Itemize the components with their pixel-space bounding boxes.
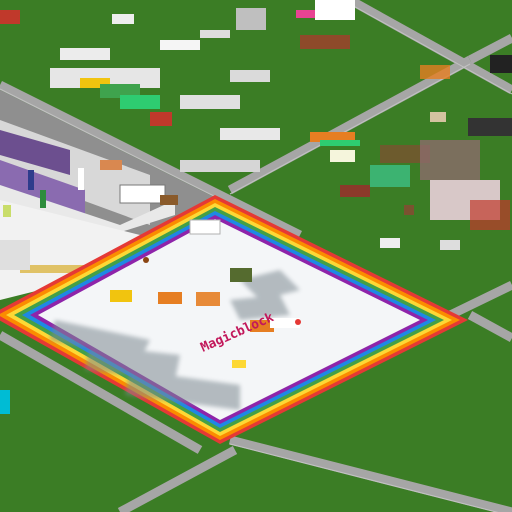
cyan-structure [0,390,10,414]
game-viewport[interactable]: Magicblock [0,0,512,512]
world-canvas: Magicblock [0,0,512,512]
